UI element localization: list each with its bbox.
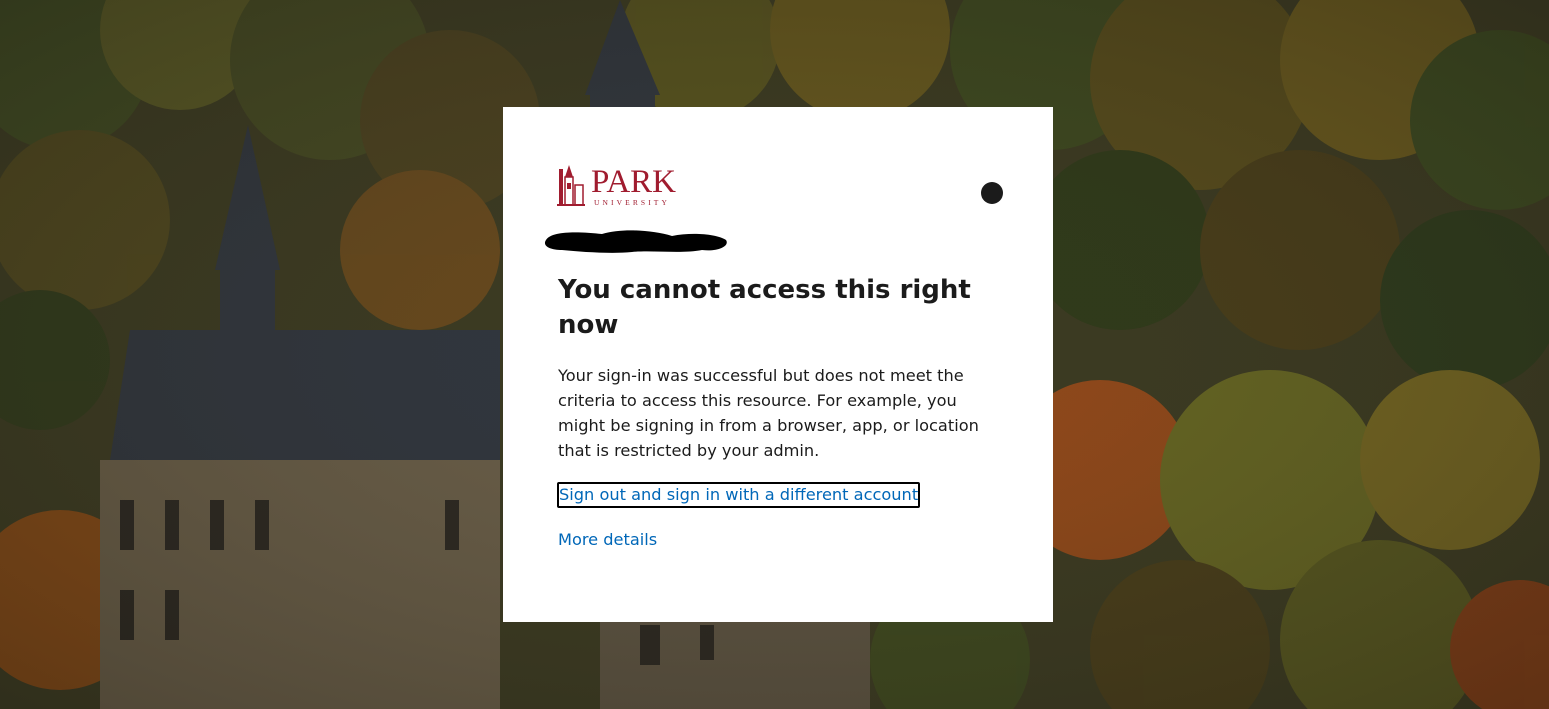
logo-subtitle: UNIVERSITY [594, 198, 670, 207]
park-university-logo: PARK UNIVERSITY [557, 163, 699, 211]
access-denied-dialog: PARK UNIVERSITY You cannot access this r… [503, 107, 1053, 622]
logo-wordmark: PARK [591, 164, 676, 200]
sign-out-link[interactable]: Sign out and sign in with a different ac… [557, 482, 921, 508]
status-dot-icon [981, 182, 1003, 204]
error-message: Your sign-in was successful but does not… [558, 366, 979, 460]
tower-logo-icon [557, 165, 585, 206]
page-title: You cannot access this right now [558, 275, 971, 340]
more-details-link[interactable]: More details [558, 529, 657, 551]
redacted-account-mark [544, 230, 727, 253]
